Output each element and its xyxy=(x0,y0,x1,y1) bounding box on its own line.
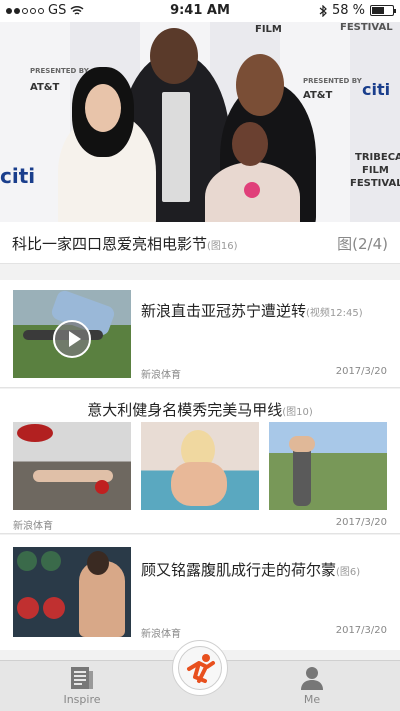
hero-logo-text: citi xyxy=(362,80,391,99)
play-icon[interactable] xyxy=(53,320,91,358)
news-title-text: 意大利健身名模秀完美马甲线 xyxy=(87,401,283,419)
runner-logo-icon xyxy=(178,646,222,690)
hero-logo-text: PRESENTED BY xyxy=(303,77,362,85)
tab-me-label: Me xyxy=(303,693,321,706)
tab-inspire-label: Inspire xyxy=(63,693,101,706)
hero-title: 科比一家四口恩爱亮相电影节(图16) xyxy=(12,233,238,254)
news-title: 新浪直击亚冠苏宁遭逆转(视频12:45) xyxy=(141,300,363,321)
person-figure xyxy=(150,28,198,84)
medicine-ball xyxy=(41,551,61,571)
tab-inspire[interactable]: Inspire xyxy=(42,665,122,706)
news-thumbnail xyxy=(269,422,387,510)
hero-page-indicator: 图(2/4) xyxy=(337,235,388,253)
news-date: 2017/3/20 xyxy=(335,366,387,377)
news-thumbnail xyxy=(13,422,131,510)
news-title: 顾又铭露腹肌成行走的荷尔蒙(图6) xyxy=(141,559,360,580)
hero-logo-text: TRIBECA xyxy=(355,152,400,163)
kettlebell xyxy=(95,480,109,494)
battery-icon xyxy=(370,5,396,16)
hero-image[interactable]: FILM FESTIVAL PRESENTED BY AT&T citi TRI… xyxy=(0,22,400,222)
status-bar: GS 9:41 AM 58 % xyxy=(0,0,400,22)
battery-percent: 58 % xyxy=(331,3,365,18)
hero-logo-text: PRESENTED BY xyxy=(30,67,89,75)
hero-caption[interactable]: 科比一家四口恩爱亮相电影节(图16) 图(2/4) xyxy=(0,222,400,264)
news-title: 意大利健身名模秀完美马甲线(图10) xyxy=(0,399,400,420)
medicine-ball xyxy=(17,597,39,619)
news-title-text: 新浪直击亚冠苏宁遭逆转 xyxy=(141,302,307,320)
person-icon xyxy=(299,665,325,691)
news-thumbnail xyxy=(13,547,131,637)
bluetooth-icon xyxy=(319,4,327,17)
hero-logo-text: FILM xyxy=(362,165,389,176)
hero-logo-text: FILM xyxy=(255,24,282,35)
medicine-ball xyxy=(17,551,37,571)
news-source: 新浪体育 xyxy=(13,521,53,532)
gym-sign xyxy=(17,424,53,442)
center-action-button[interactable] xyxy=(172,640,228,696)
news-tag: (视频12:45) xyxy=(306,308,363,319)
news-source: 新浪体育 xyxy=(141,370,181,381)
news-date: 2017/3/20 xyxy=(335,517,387,528)
news-date: 2017/3/20 xyxy=(335,625,387,636)
hero-title-tag: (图16) xyxy=(207,241,238,252)
medicine-ball xyxy=(43,597,65,619)
news-thumbnail xyxy=(13,290,131,378)
news-tag: (图6) xyxy=(336,567,361,578)
battery-area: 58 % xyxy=(319,3,396,18)
tab-me[interactable]: Me xyxy=(272,665,352,706)
hero-logo-text: citi xyxy=(0,164,36,188)
news-source: 新浪体育 xyxy=(141,629,181,640)
hero-title-text: 科比一家四口恩爱亮相电影节 xyxy=(12,235,208,253)
person-figure xyxy=(85,84,121,132)
model-figure xyxy=(171,462,227,506)
hero-logo-text: AT&T xyxy=(30,82,60,93)
news-title-text: 顾又铭露腹肌成行走的荷尔蒙 xyxy=(141,561,337,579)
newspaper-icon xyxy=(69,665,95,691)
news-item[interactable]: 意大利健身名模秀完美马甲线(图10) 新浪体育 2017/3/20 xyxy=(0,389,400,534)
news-item[interactable]: 新浪直击亚冠苏宁遭逆转(视频12:45) 新浪体育 2017/3/20 xyxy=(0,280,400,388)
model-figure xyxy=(289,436,315,452)
person-figure xyxy=(236,54,284,116)
person-figure xyxy=(232,122,268,166)
person-figure xyxy=(244,182,260,198)
news-thumbnail xyxy=(141,422,259,510)
hero-logo-text: FESTIVAL xyxy=(340,22,393,33)
person-figure xyxy=(162,92,190,202)
news-tag: (图10) xyxy=(282,407,313,418)
hero-logo-text: FESTIVAL xyxy=(350,178,400,189)
model-figure xyxy=(87,551,109,575)
news-item[interactable]: 顾又铭露腹肌成行走的荷尔蒙(图6) 新浪体育 2017/3/20 xyxy=(0,535,400,650)
hero-logo-text: AT&T xyxy=(303,90,333,101)
